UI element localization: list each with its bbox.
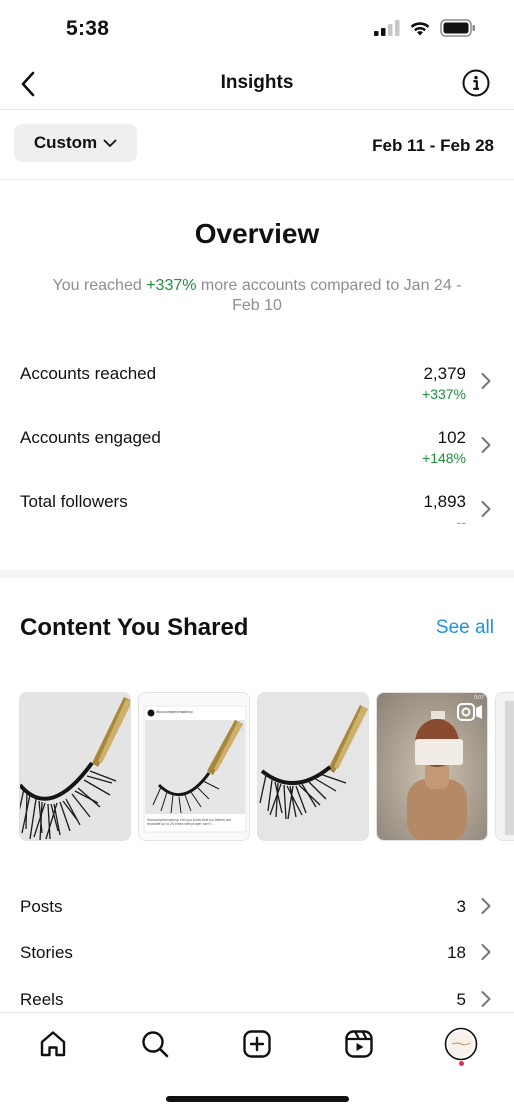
content-thumbnail[interactable]: ihoocomplexmakeup ihoocomplexmakeup Did … — [138, 692, 250, 841]
wifi-icon — [410, 22, 430, 36]
list-item-count: 3 — [456, 897, 466, 916]
list-item-count: 18 — [447, 943, 466, 962]
tab-search[interactable] — [138, 1027, 172, 1061]
post-preview-caption: ihoocomplexmakeup Did you know that our … — [147, 818, 232, 826]
tab-create[interactable] — [240, 1027, 274, 1061]
content-thumbnail[interactable] — [19, 692, 131, 841]
overview-subtitle: You reached +337% more accounts compared… — [40, 276, 474, 316]
chevron-right-icon — [481, 437, 491, 453]
content-thumbnail[interactable]: 0:07 — [376, 692, 488, 841]
tab-home[interactable] — [36, 1027, 70, 1061]
home-indicator — [166, 1096, 349, 1102]
section-divider — [0, 570, 514, 578]
chevron-right-icon — [481, 501, 491, 517]
date-range: Feb 11 - Feb 28 — [372, 136, 494, 155]
metric-value: 2,379 — [423, 364, 466, 383]
list-item-posts[interactable]: Posts 3 — [0, 897, 514, 927]
cellular-signal-icon — [374, 20, 400, 36]
page-title: Insights — [220, 72, 294, 93]
lash-photo-image — [258, 693, 368, 840]
battery-icon — [440, 19, 475, 37]
list-item-stories[interactable]: Stories 18 — [0, 943, 514, 973]
reels-icon — [345, 1030, 373, 1058]
list-item-count: 5 — [456, 990, 466, 1009]
chevron-right-icon — [481, 991, 491, 1007]
metric-label: Accounts reached — [20, 364, 157, 383]
content-thumbnail[interactable] — [257, 692, 369, 841]
status-bar: 5:38 — [0, 0, 514, 58]
date-filter-label: Custom — [33, 133, 98, 152]
info-icon — [462, 69, 490, 97]
list-item-label: Posts — [20, 897, 63, 916]
metric-row-accounts-engaged[interactable]: Accounts engaged 102 +148% — [0, 428, 514, 478]
metric-value: 1,893 — [423, 492, 466, 511]
list-item-label: Reels — [20, 990, 64, 1009]
search-icon — [142, 1031, 169, 1058]
subtitle-highlight: +337% — [146, 277, 197, 294]
metric-row-total-followers[interactable]: Total followers 1,893 -- — [0, 492, 514, 542]
subtitle-prefix: You reached — [52, 277, 147, 294]
metric-label: Accounts engaged — [20, 428, 161, 447]
post-preview-username: ihoocomplexmakeup — [156, 709, 193, 714]
metric-row-accounts-reached[interactable]: Accounts reached 2,379 +337% — [0, 364, 514, 414]
reels-badge-icon — [457, 703, 482, 721]
status-icons — [374, 19, 476, 37]
reel-preview-time: 0:07 — [474, 695, 484, 701]
list-item-label: Stories — [20, 943, 73, 962]
tab-profile[interactable] — [444, 1027, 478, 1061]
status-time: 5:38 — [66, 17, 110, 40]
subtitle-suffix: more accounts compared to Jan 24 - Feb 1… — [196, 277, 462, 314]
content-thumbnail[interactable] — [495, 692, 514, 841]
lash-photo-image — [20, 693, 130, 840]
metric-value: 102 — [437, 428, 466, 447]
metric-label: Total followers — [20, 492, 128, 511]
chevron-right-icon — [481, 898, 491, 914]
profile-avatar — [444, 1027, 478, 1061]
metric-change: +148% — [422, 450, 466, 466]
date-filter-dropdown[interactable]: Custom — [14, 124, 137, 162]
content-thumbnails: ihoocomplexmakeup ihoocomplexmakeup Did … — [19, 692, 514, 842]
filter-row: Custom Feb 11 - Feb 28 — [0, 110, 514, 180]
content-section-title: Content You Shared — [20, 614, 249, 641]
info-button[interactable] — [462, 69, 490, 97]
tab-reels[interactable] — [342, 1027, 376, 1061]
home-icon — [40, 1031, 66, 1057]
see-all-link[interactable]: See all — [436, 617, 494, 639]
partial-preview-image — [496, 693, 514, 840]
chevron-down-icon — [103, 139, 117, 147]
chevron-right-icon — [481, 373, 491, 389]
notification-dot — [459, 1061, 464, 1066]
overview-title: Overview — [194, 218, 320, 249]
chevron-right-icon — [481, 944, 491, 960]
metric-change: -- — [456, 514, 466, 530]
metric-change: +337% — [422, 386, 466, 402]
nav-header: Insights — [0, 58, 514, 110]
create-icon — [243, 1030, 271, 1058]
